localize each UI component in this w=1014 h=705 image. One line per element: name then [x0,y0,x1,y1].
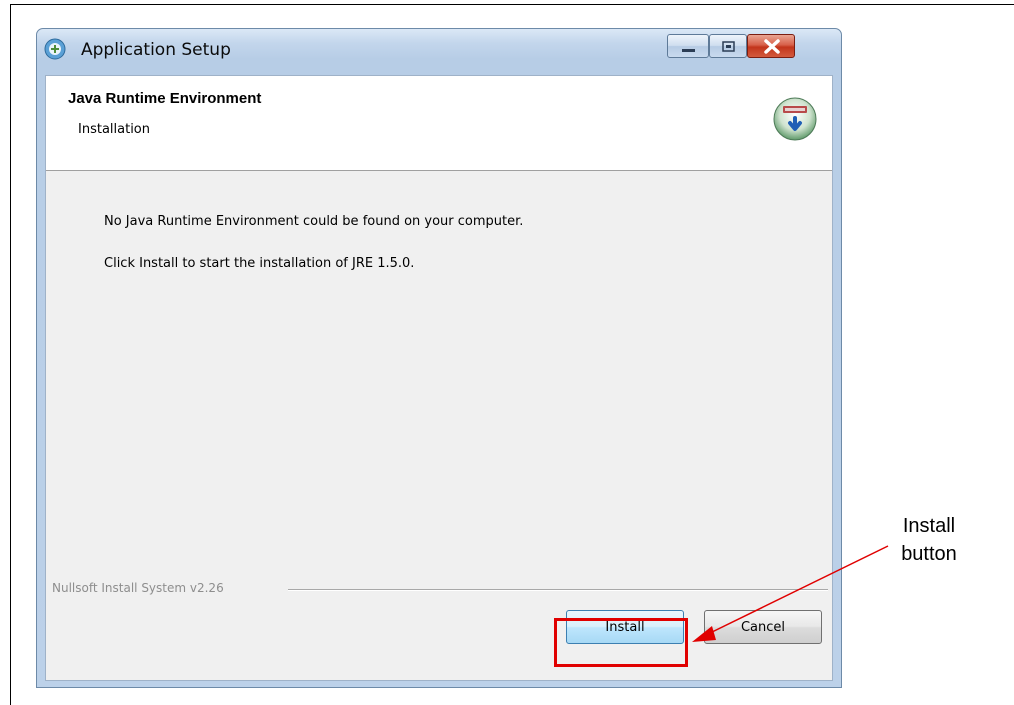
callout-label: Install button [888,512,970,568]
callout-label-line-1: Install [902,515,956,537]
callout-label-line-2: button [901,543,957,565]
callout-arrow [692,545,889,642]
